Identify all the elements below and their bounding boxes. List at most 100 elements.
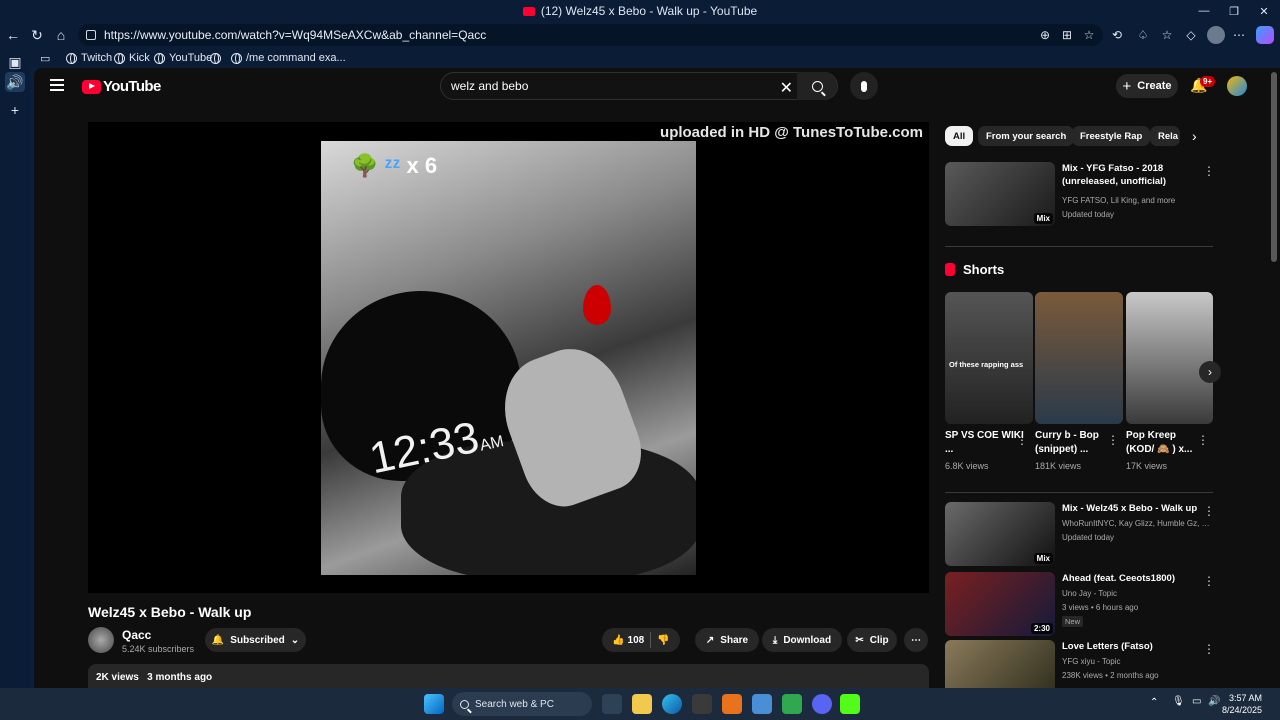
like-button[interactable]: 👍 108 <box>612 635 644 646</box>
globe-icon <box>231 52 242 64</box>
scrollbar-thumb[interactable] <box>1271 72 1277 262</box>
app-available-icon[interactable]: ⊞ <box>1058 26 1076 44</box>
subscribed-button[interactable]: 🔔 Subscribed ⌄ <box>205 628 306 652</box>
favorite-me-command[interactable]: /me command exa... <box>231 50 346 66</box>
xbox-icon[interactable] <box>782 694 802 714</box>
youtube-favicon-icon <box>522 6 535 16</box>
channel-avatar[interactable] <box>88 627 114 653</box>
kick-icon[interactable] <box>840 694 860 714</box>
clip-button[interactable]: ✂ Clip <box>847 628 897 652</box>
app-icon[interactable] <box>752 694 772 714</box>
more-options-icon[interactable]: ⋮ <box>1203 574 1215 588</box>
chip-freestyle-rap[interactable]: Freestyle Rap <box>1072 126 1151 146</box>
shield-icon[interactable]: ◇ <box>1182 26 1200 44</box>
clear-search-icon[interactable]: ✕ <box>780 78 793 98</box>
account-avatar[interactable] <box>1227 76 1247 96</box>
translate-icon[interactable]: ⊕ <box>1036 26 1054 44</box>
short-thumbnail[interactable] <box>1126 292 1213 424</box>
download-button[interactable]: ⤓ Download <box>762 628 842 652</box>
volume-icon[interactable]: 🔊 <box>1208 696 1220 707</box>
page-scrollbar[interactable] <box>1268 68 1280 688</box>
favorite-twitch[interactable]: Twitch <box>66 50 112 66</box>
refresh-icon[interactable]: ↻ <box>27 25 47 45</box>
create-button[interactable]: + Create <box>1116 74 1178 98</box>
related-meta: Uno Jay - Topic <box>1062 589 1117 598</box>
file-explorer-icon[interactable] <box>632 694 652 714</box>
shorts-next-button[interactable]: › <box>1199 361 1221 383</box>
shorts-heading: Shorts <box>945 262 1004 277</box>
shorts-icon <box>945 263 955 276</box>
share-button[interactable]: ↗ Share <box>695 628 759 652</box>
taskbar-search[interactable]: Search web & PC <box>452 692 592 716</box>
more-options-icon[interactable]: ⋮ <box>1203 504 1215 518</box>
more-actions-button[interactable]: ⋯ <box>904 628 928 652</box>
more-options-icon[interactable]: ⋮ <box>1016 433 1028 447</box>
chip-from-your-search[interactable]: From your search <box>978 126 1075 146</box>
description-box[interactable]: 2K views 3 months ago <box>88 664 929 688</box>
chip-related[interactable]: Rela <box>1150 126 1180 146</box>
copilot-icon[interactable] <box>1256 26 1274 44</box>
chevron-down-icon: ⌄ <box>290 634 300 646</box>
favorites-bar: ▭ Twitch Kick YouTube /me command exa... <box>0 48 1280 68</box>
menu-icon[interactable] <box>50 79 64 91</box>
address-bar[interactable]: https://www.youtube.com/watch?v=Wq94MSeA… <box>78 24 1103 46</box>
site-info-icon[interactable] <box>86 30 96 40</box>
close-window-button[interactable]: ✕ <box>1248 0 1280 22</box>
favorite-kick[interactable]: Kick <box>114 50 150 66</box>
youtube-logo[interactable]: YouTube <box>82 78 161 95</box>
tab-actions-icon[interactable]: ▣ <box>5 52 25 72</box>
duration-badge: 2:30 <box>1030 623 1053 634</box>
audio-tab-icon[interactable]: 🔊 <box>5 72 25 92</box>
app-icon[interactable] <box>722 694 742 714</box>
favorites-icon[interactable]: ☆ <box>1158 26 1176 44</box>
video-player[interactable]: uploaded in HD @ TunesToTube.com 🌳 ᶻᶻ x … <box>88 122 929 593</box>
globe-icon <box>66 52 77 64</box>
search-button[interactable] <box>797 72 837 100</box>
system-tray-chevron-icon[interactable]: ⌃ <box>1150 697 1158 708</box>
like-dislike-group: 👍 108 👎 <box>602 628 680 652</box>
reading-view-icon[interactable]: ▭ <box>40 50 50 66</box>
divider <box>650 632 652 648</box>
search-input[interactable]: welz and bebo ✕ <box>440 72 838 100</box>
voice-search-button[interactable] <box>850 72 878 100</box>
task-view-icon[interactable] <box>602 694 622 714</box>
more-options-icon[interactable]: ⋮ <box>1203 642 1215 656</box>
discord-icon[interactable] <box>812 694 832 714</box>
dislike-button[interactable]: 👎 <box>657 635 669 646</box>
globe-icon <box>210 52 221 64</box>
maximize-button[interactable]: ❐ <box>1218 0 1250 22</box>
home-icon[interactable]: ⌂ <box>51 25 71 45</box>
window-title-bar: (12) Welz45 x Bebo - Walk up - YouTube —… <box>0 0 1280 22</box>
short-thumbnail[interactable] <box>1035 292 1123 424</box>
favorite-star-icon[interactable]: ☆ <box>1080 26 1098 44</box>
view-count: 2K views <box>96 672 139 683</box>
new-tab-plus-icon[interactable]: + <box>5 100 25 120</box>
profile-icon[interactable] <box>1207 26 1225 44</box>
favorite-youtube[interactable]: YouTube <box>154 50 212 66</box>
more-options-icon[interactable]: ⋮ <box>1203 164 1215 178</box>
browser-essentials-icon[interactable]: ♤ <box>1134 26 1152 44</box>
short-thumbnail[interactable]: Of these rapping ass <box>945 292 1033 424</box>
system-clock[interactable]: 3:57 AM 8/24/2025 <box>1222 692 1262 716</box>
favorite-untitled[interactable] <box>210 50 221 66</box>
terminal-icon[interactable] <box>692 694 712 714</box>
short-title[interactable]: Pop Kreep (KOD/ 🙈 ) x... <box>1126 429 1206 457</box>
more-menu-icon[interactable]: ⋯ <box>1230 26 1248 44</box>
edge-browser-icon[interactable] <box>662 694 682 714</box>
more-options-icon[interactable]: ⋮ <box>1197 433 1209 447</box>
video-thumbnail: Mix <box>945 162 1055 226</box>
chips-next-chevron-icon[interactable]: › <box>1192 128 1197 144</box>
minimize-button[interactable]: — <box>1188 0 1220 22</box>
start-windows-icon[interactable] <box>424 694 444 714</box>
extensions-icon[interactable]: ⟲ <box>1108 26 1126 44</box>
short-title[interactable]: Curry b - Bop (snippet) ... <box>1035 429 1115 457</box>
network-icon[interactable]: ▭ <box>1192 696 1201 707</box>
microphone-tray-icon[interactable]: 🎙 <box>1172 696 1185 707</box>
search-query: welz and bebo <box>451 79 529 93</box>
short-title[interactable]: SP VS COE WIKI ... <box>945 429 1025 457</box>
more-options-icon[interactable]: ⋮ <box>1107 433 1119 447</box>
chip-all[interactable]: All <box>945 126 974 146</box>
subscriber-count: 5.24K subscribers <box>122 644 195 654</box>
back-arrow-icon[interactable]: ← <box>3 25 23 45</box>
channel-name[interactable]: Qacc <box>122 628 151 642</box>
